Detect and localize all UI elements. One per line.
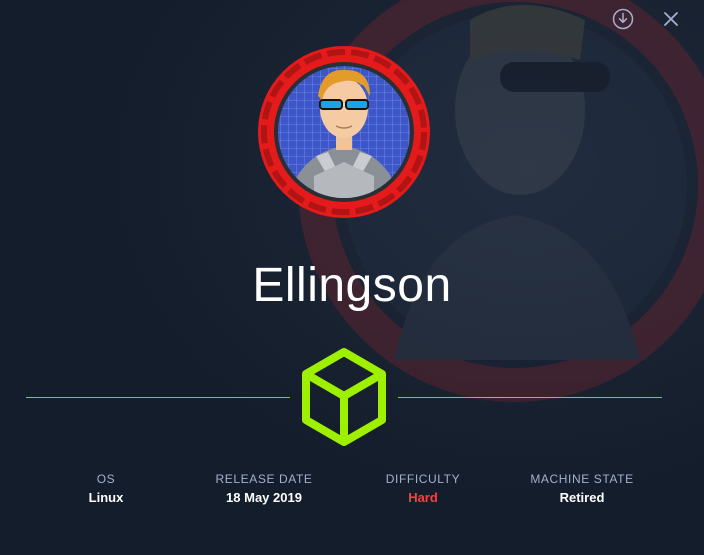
stat-release-date: RELEASE DATE 18 May 2019 xyxy=(184,472,344,505)
stat-machine-state: MACHINE STATE Retired xyxy=(502,472,662,505)
divider-left xyxy=(26,397,290,398)
stat-label: MACHINE STATE xyxy=(530,472,634,486)
machine-avatar xyxy=(258,46,430,218)
close-icon[interactable] xyxy=(658,6,684,32)
stat-value: 18 May 2019 xyxy=(226,490,302,505)
stat-difficulty: DIFFICULTY Hard xyxy=(343,472,503,505)
machine-name: Ellingson xyxy=(252,259,452,312)
stat-label: RELEASE DATE xyxy=(215,472,313,486)
cube-icon xyxy=(302,348,386,446)
divider-right xyxy=(398,397,662,398)
stat-os: OS Linux xyxy=(26,472,186,505)
stat-label: OS xyxy=(96,472,116,486)
download-icon[interactable] xyxy=(610,6,636,32)
stat-value: Retired xyxy=(559,490,605,505)
window-controls xyxy=(610,6,684,32)
stat-value: Linux xyxy=(88,490,124,505)
stat-value: Hard xyxy=(408,490,438,505)
stat-label: DIFFICULTY xyxy=(385,472,461,486)
